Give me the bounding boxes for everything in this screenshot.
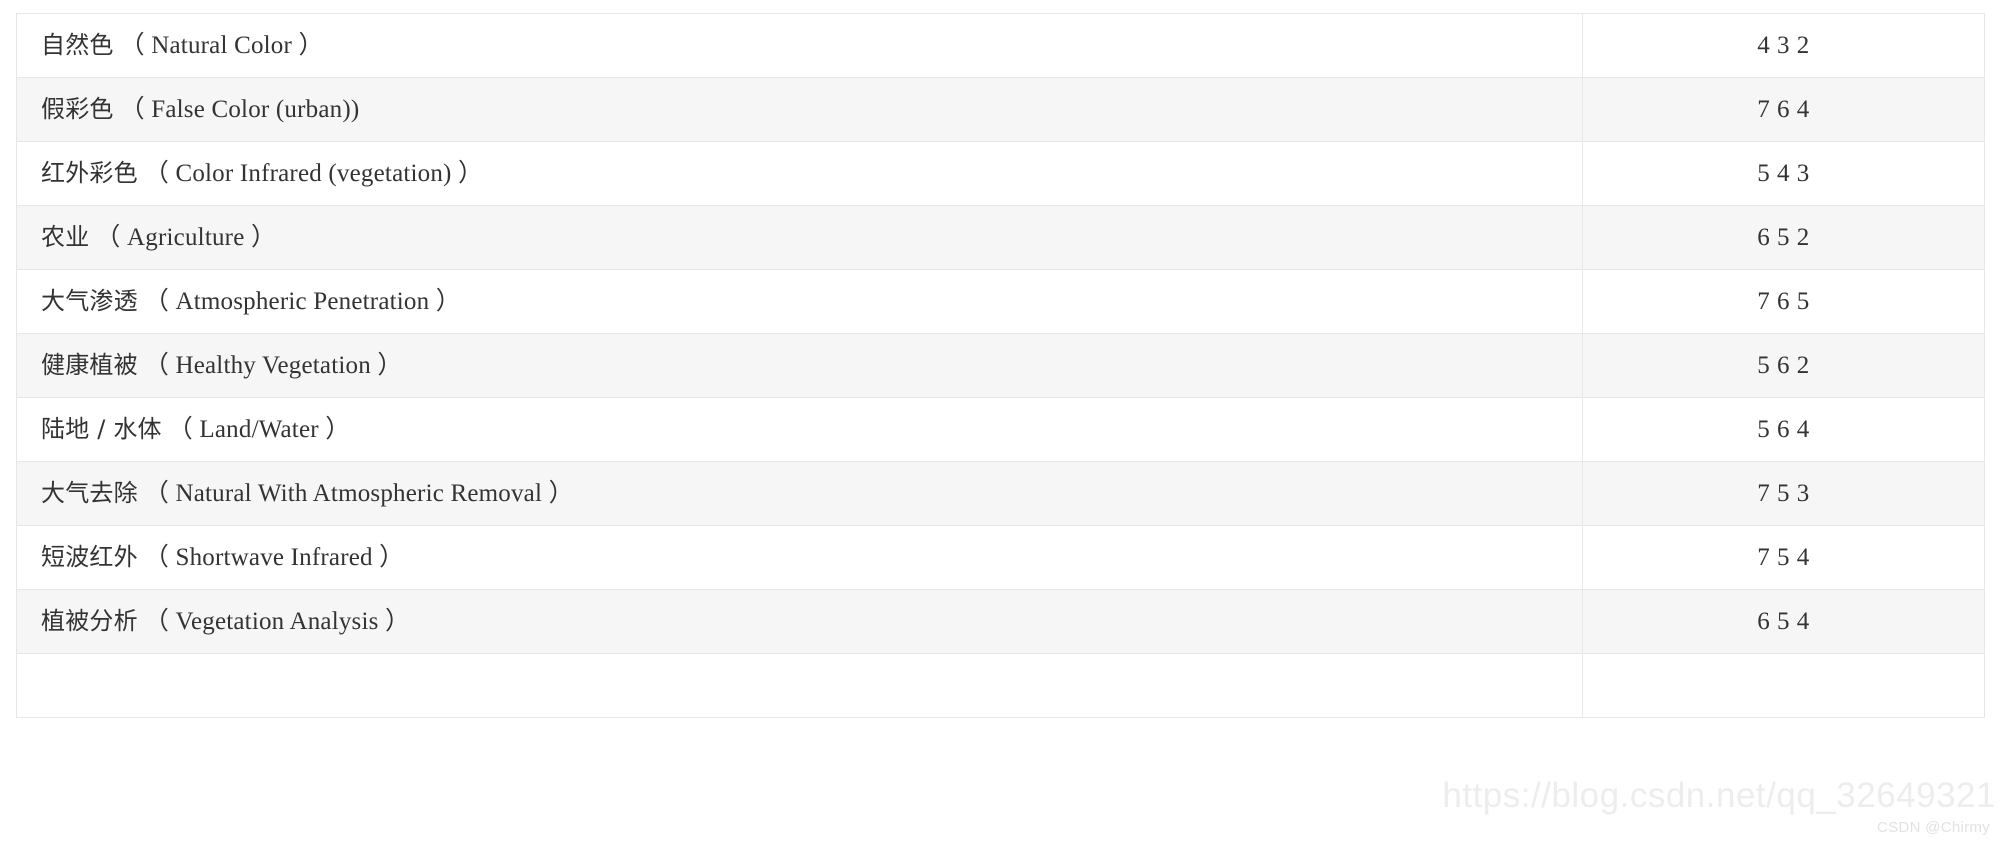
combination-name-cn: 大气去除 bbox=[41, 479, 138, 507]
combination-name-cn: 健康植被 bbox=[41, 351, 138, 379]
cell-combination-name: 自然色（ Natural Color ） bbox=[16, 13, 1583, 78]
combination-name-en: （ Shortwave Infrared ） bbox=[143, 544, 405, 571]
cell-band-numbers: 7 5 4 bbox=[1582, 525, 1985, 590]
cell-band-numbers: 6 5 2 bbox=[1582, 205, 1985, 270]
cell-band-numbers: 5 4 3 bbox=[1582, 141, 1985, 206]
combination-name-cn: 自然色 bbox=[41, 31, 114, 59]
cell-band-numbers: 5 6 4 bbox=[1582, 397, 1985, 462]
table-row: 假彩色（ False Color (urban)) 7 6 4 bbox=[16, 77, 1985, 142]
combination-name-en: （ False Color (urban)) bbox=[119, 96, 360, 123]
cell-combination-name: 农业（ Agriculture ） bbox=[16, 205, 1583, 270]
table-row: 农业（ Agriculture ） 6 5 2 bbox=[16, 205, 1985, 270]
combination-name-en: （ Agriculture ） bbox=[95, 224, 277, 251]
band-combination-table-wrapper: 自然色（ Natural Color ） 4 3 2 假彩色（ False Colo… bbox=[16, 13, 1985, 718]
watermark-url: https://blog.csdn.net/qq_32649321 bbox=[1442, 776, 1996, 815]
cell-combination-name bbox=[16, 653, 1583, 718]
cell-combination-name: 大气渗透（ Atmospheric Penetration ） bbox=[16, 269, 1583, 334]
cell-band-numbers: 7 5 3 bbox=[1582, 461, 1985, 526]
table-row: 大气去除（ Natural With Atmospheric Removal ）… bbox=[16, 461, 1985, 526]
combination-name-en: （ Land/Water ） bbox=[167, 416, 351, 443]
table-row: 大气渗透（ Atmospheric Penetration ） 7 6 5 bbox=[16, 269, 1985, 334]
table-row: 自然色（ Natural Color ） 4 3 2 bbox=[16, 13, 1985, 78]
cell-combination-name: 陆地 / 水体（ Land/Water ） bbox=[16, 397, 1583, 462]
watermark-author-tag: CSDN @Chirmy bbox=[1877, 819, 1990, 836]
combination-name-cn: 短波红外 bbox=[41, 543, 138, 571]
cell-combination-name: 植被分析（ Vegetation Analysis ） bbox=[16, 589, 1583, 654]
table-row: 短波红外（ Shortwave Infrared ） 7 5 4 bbox=[16, 525, 1985, 590]
combination-name-en: （ Natural With Atmospheric Removal ） bbox=[143, 480, 574, 507]
combination-name-en: （ Atmospheric Penetration ） bbox=[143, 288, 461, 315]
cell-band-numbers: 7 6 4 bbox=[1582, 77, 1985, 142]
cell-combination-name: 大气去除（ Natural With Atmospheric Removal ） bbox=[16, 461, 1583, 526]
table-row bbox=[16, 653, 1985, 718]
cell-combination-name: 短波红外（ Shortwave Infrared ） bbox=[16, 525, 1583, 590]
table-row: 红外彩色（ Color Infrared (vegetation) ） 5 4 3 bbox=[16, 141, 1985, 206]
cell-combination-name: 红外彩色（ Color Infrared (vegetation) ） bbox=[16, 141, 1583, 206]
page-root: 自然色（ Natural Color ） 4 3 2 假彩色（ False Colo… bbox=[0, 0, 2000, 850]
cell-band-numbers: 6 5 4 bbox=[1582, 589, 1985, 654]
combination-name-en: （ Natural Color ） bbox=[119, 32, 324, 59]
combination-name-en: （ Color Infrared (vegetation) ） bbox=[143, 160, 484, 187]
table-row: 陆地 / 水体（ Land/Water ） 5 6 4 bbox=[16, 397, 1985, 462]
combination-name-cn: 植被分析 bbox=[41, 607, 138, 635]
band-combination-table: 自然色（ Natural Color ） 4 3 2 假彩色（ False Colo… bbox=[16, 13, 1985, 718]
table-body: 自然色（ Natural Color ） 4 3 2 假彩色（ False Colo… bbox=[16, 13, 1985, 718]
table-row: 植被分析（ Vegetation Analysis ） 6 5 4 bbox=[16, 589, 1985, 654]
combination-name-en: （ Vegetation Analysis ） bbox=[143, 608, 411, 635]
combination-name-cn: 农业 bbox=[41, 223, 90, 251]
cell-combination-name: 假彩色（ False Color (urban)) bbox=[16, 77, 1583, 142]
cell-band-numbers: 4 3 2 bbox=[1582, 13, 1985, 78]
combination-name-cn: 陆地 / 水体 bbox=[41, 415, 162, 443]
cell-band-numbers: 7 6 5 bbox=[1582, 269, 1985, 334]
combination-name-cn: 大气渗透 bbox=[41, 287, 138, 315]
combination-name-cn: 假彩色 bbox=[41, 95, 114, 123]
cell-band-numbers bbox=[1582, 653, 1985, 718]
combination-name-cn: 红外彩色 bbox=[41, 159, 138, 187]
table-row: 健康植被（ Healthy Vegetation ） 5 6 2 bbox=[16, 333, 1985, 398]
cell-band-numbers: 5 6 2 bbox=[1582, 333, 1985, 398]
combination-name-en: （ Healthy Vegetation ） bbox=[143, 352, 403, 379]
cell-combination-name: 健康植被（ Healthy Vegetation ） bbox=[16, 333, 1583, 398]
